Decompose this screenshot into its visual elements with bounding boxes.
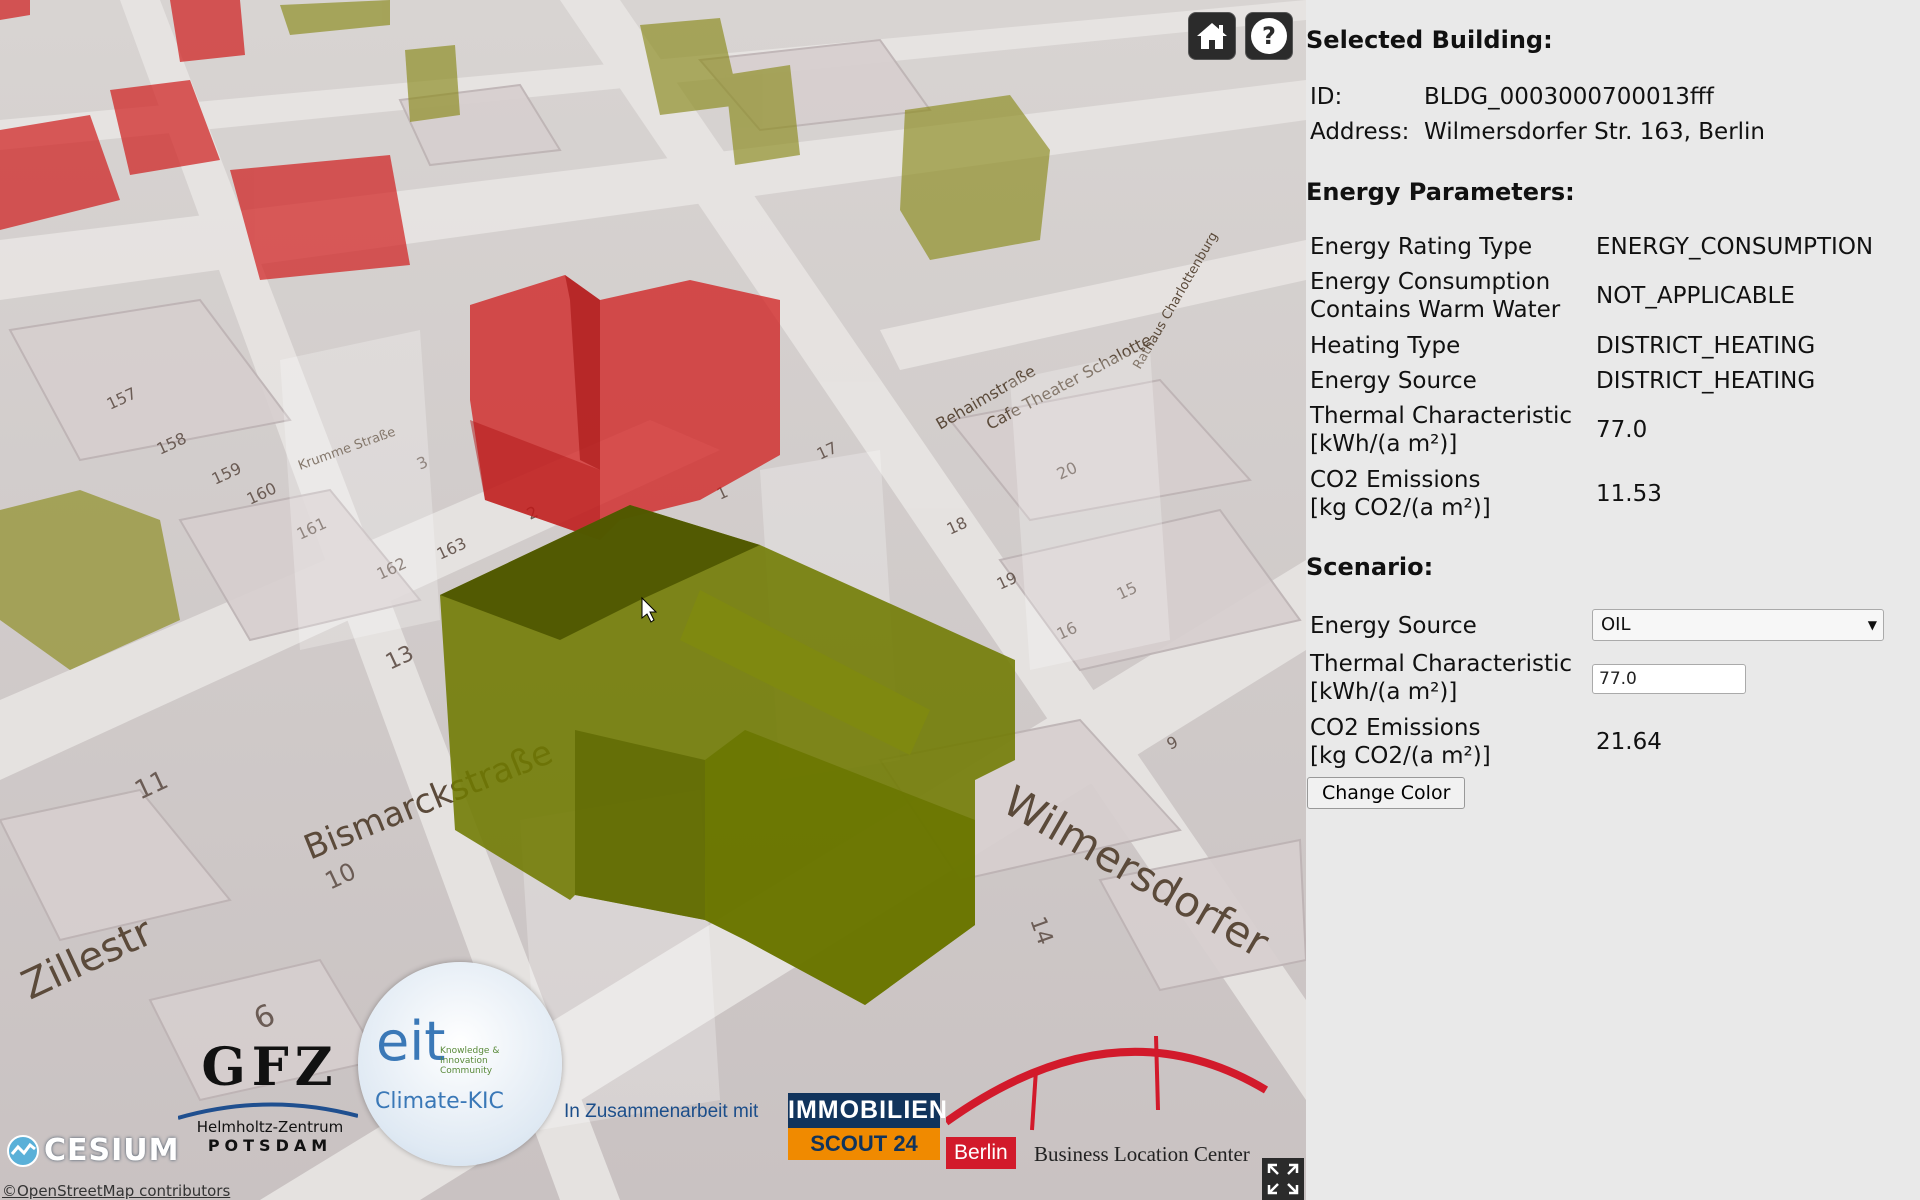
energy-source-select[interactable]: OIL ▼ xyxy=(1592,609,1884,641)
thermal-characteristic-input[interactable] xyxy=(1592,664,1746,694)
param-label: Thermal Characteristic [kWh/(a m²)] xyxy=(1310,403,1573,457)
fullscreen-button[interactable] xyxy=(1262,1158,1304,1200)
gfz-logo: GFZ Helmholtz-Zentrum POTSDAM xyxy=(178,1037,360,1155)
scenario-title: Scenario: xyxy=(1306,553,1434,581)
eit-logo-text: eit xyxy=(376,1010,446,1073)
building-info-panel: Selected Building: ID: BLDG_000300070001… xyxy=(1306,0,1920,1200)
cesium-logo[interactable]: CESIUM xyxy=(6,1133,180,1168)
selected-building-title: Selected Building: xyxy=(1306,26,1553,54)
param-label: Heating Type xyxy=(1310,333,1461,359)
param-value: DISTRICT_HEATING xyxy=(1596,333,1816,359)
energy-source-selected: OIL xyxy=(1601,614,1631,635)
param-label: CO2 Emissions [kg CO2/(a m²)] xyxy=(1310,467,1491,521)
help-button[interactable]: ? xyxy=(1245,12,1293,60)
eit-climate-kic-logo: eit Knowledge & Innovation Community Cli… xyxy=(358,962,562,1166)
gfz-subtitle-city: POTSDAM xyxy=(207,1136,333,1155)
berlin-logo-box: Berlin xyxy=(946,1137,1016,1169)
param-label: Energy Source xyxy=(1310,368,1477,394)
param-value: DISTRICT_HEATING xyxy=(1596,368,1816,394)
gfz-swoosh xyxy=(178,1102,358,1120)
scenario-co2-value: 21.64 xyxy=(1596,729,1662,755)
home-icon xyxy=(1197,23,1227,49)
scenario-thermal-label: Thermal Characteristic [kWh/(a m²)] xyxy=(1310,651,1573,705)
eit-logo-subtext: Knowledge & Innovation Community xyxy=(440,1046,500,1076)
chevron-down-icon: ▼ xyxy=(1867,618,1877,632)
question-icon: ? xyxy=(1251,18,1287,54)
berlin-arc xyxy=(946,1035,1269,1131)
param-value: 11.53 xyxy=(1596,481,1662,507)
help-glyph: ? xyxy=(1262,22,1276,50)
change-color-button[interactable]: Change Color xyxy=(1307,777,1466,809)
building-address-label: Address: xyxy=(1310,119,1410,145)
building-id-label: ID: xyxy=(1310,84,1343,110)
collaboration-text: In Zusammenarbeit mit xyxy=(564,1101,759,1122)
building-id-value: BLDG_0003000700013fff xyxy=(1424,84,1714,110)
scenario-energy-source-label: Energy Source xyxy=(1310,613,1477,639)
building-address-value: Wilmersdorfer Str. 163, Berlin xyxy=(1424,119,1766,145)
fullscreen-icon xyxy=(1267,1163,1299,1195)
berlin-blc-logo: Berlin Business Location Center xyxy=(946,1030,1276,1170)
param-value: 77.0 xyxy=(1596,417,1648,443)
scenario-co2-label: CO2 Emissions [kg CO2/(a m²)] xyxy=(1310,715,1491,769)
immo-logo-top: IMMOBILIEN xyxy=(788,1093,947,1128)
immobilienscout24-logo: IMMOBILIEN SCOUT 24 xyxy=(788,1093,947,1160)
param-label: Energy Rating Type xyxy=(1310,234,1533,260)
param-label: Energy Consumption Contains Warm Water xyxy=(1310,269,1561,323)
map-viewer[interactable]: Wilmersdorfer Bismarckstraße Cafe Theate… xyxy=(0,0,1306,1200)
home-button[interactable] xyxy=(1188,12,1236,60)
berlin-logo-text: Business Location Center xyxy=(1034,1142,1250,1166)
3d-scene[interactable]: Wilmersdorfer Bismarckstraße Cafe Theate… xyxy=(0,0,1306,1200)
param-value: ENERGY_CONSUMPTION xyxy=(1596,234,1874,260)
param-value: NOT_APPLICABLE xyxy=(1596,283,1795,309)
cesium-logo-text: CESIUM xyxy=(44,1133,180,1168)
energy-parameters-title: Energy Parameters: xyxy=(1306,178,1575,206)
cesium-logo-icon xyxy=(7,1134,39,1167)
map-attribution[interactable]: ©OpenStreetMap contributors xyxy=(2,1182,230,1200)
eit-logo-climate: Climate-KIC xyxy=(375,1089,504,1114)
gfz-logo-text: GFZ xyxy=(201,1037,339,1098)
immo-logo-bottom: SCOUT 24 xyxy=(788,1128,940,1160)
